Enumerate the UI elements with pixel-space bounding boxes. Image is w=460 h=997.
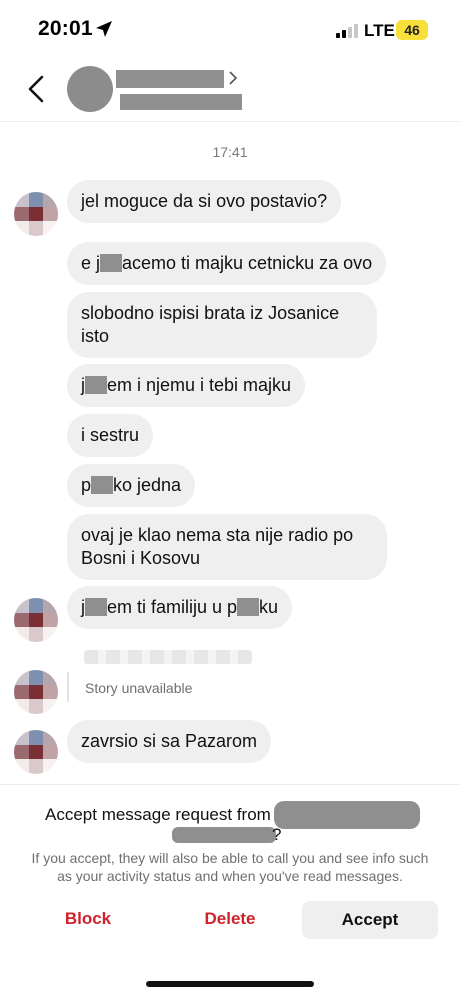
message-text: jel moguce da si ovo postavio?: [81, 191, 328, 211]
sender-avatar: [14, 730, 58, 774]
message-text: i sestru: [81, 425, 140, 445]
battery-level: 46: [404, 22, 420, 38]
message-bubble[interactable]: j em ti familiju u p ku: [67, 586, 293, 629]
message-bubble[interactable]: e j acemo ti majku cetnicku za ovo: [67, 242, 387, 285]
sender-avatar: [14, 598, 58, 642]
message-text: p: [81, 475, 92, 495]
contact-avatar[interactable]: [67, 66, 113, 112]
message-bubble[interactable]: p ko jedna: [67, 464, 196, 507]
message-text: zavrsio si sa Pazarom: [81, 731, 258, 751]
redacted-text: [85, 376, 107, 394]
sender-avatar: [14, 192, 58, 236]
message-bubble[interactable]: i sestru: [67, 414, 154, 457]
back-chevron-icon[interactable]: [26, 74, 46, 104]
message-text: e j: [81, 253, 101, 273]
message-text: ku: [259, 597, 279, 617]
message-text: em ti familiju u p: [107, 597, 238, 617]
message-request-panel: Accept message request from ? If you acc…: [0, 784, 460, 997]
redacted-text: [237, 598, 260, 616]
blurred-reply-preview: [84, 650, 252, 664]
signal-icon: [336, 24, 358, 38]
message-text: slobodno ispisi brata iz Josanice isto: [81, 303, 340, 346]
request-info-text: If you accept, they will also be able to…: [31, 850, 429, 884]
story-unavailable-label: Story unavailable: [85, 680, 193, 696]
redacted-contact-username: [120, 94, 242, 110]
message-text: acemo ti majku cetnicku za ovo: [122, 253, 373, 273]
chat-header: [0, 60, 460, 122]
chat-timestamp: 17:41: [212, 144, 248, 160]
sender-avatar: [14, 670, 58, 714]
location-arrow-icon: [96, 21, 112, 37]
chevron-right-icon[interactable]: [228, 70, 238, 86]
message-text: ko jedna: [113, 475, 182, 495]
message-bubble[interactable]: zavrsio si sa Pazarom: [67, 720, 272, 763]
redacted-contact-name[interactable]: [116, 70, 224, 88]
message-bubble[interactable]: j em i njemu i tebi majku: [67, 364, 306, 407]
request-question-mark: ?: [272, 825, 282, 844]
message-bubble[interactable]: ovaj je klao nema sta nije radio po Bosn…: [67, 514, 387, 580]
delete-button[interactable]: Delete: [172, 901, 288, 937]
status-bar: 20:01 LTE 46: [0, 0, 460, 60]
block-button[interactable]: Block: [30, 901, 146, 937]
request-title: Accept message request from: [45, 805, 271, 824]
message-text: em i njemu i tebi majku: [107, 375, 292, 395]
message-text: ovaj je klao nema sta nije radio po Bosn…: [81, 525, 354, 568]
redacted-text: [91, 476, 114, 494]
redacted-text: [100, 254, 123, 272]
redacted-requester-name: [274, 801, 420, 829]
message-bubble[interactable]: jel moguce da si ovo postavio?: [67, 180, 342, 223]
home-indicator[interactable]: [146, 981, 314, 987]
accept-button[interactable]: Accept: [302, 901, 438, 939]
redacted-requester-name-cont: [172, 827, 276, 843]
story-reply-line: [67, 672, 69, 702]
status-time: 20:01: [38, 17, 93, 40]
battery-icon: 46: [396, 20, 428, 40]
network-label: LTE: [364, 21, 395, 40]
message-bubble[interactable]: slobodno ispisi brata iz Josanice isto: [67, 292, 377, 358]
redacted-text: [85, 598, 107, 616]
